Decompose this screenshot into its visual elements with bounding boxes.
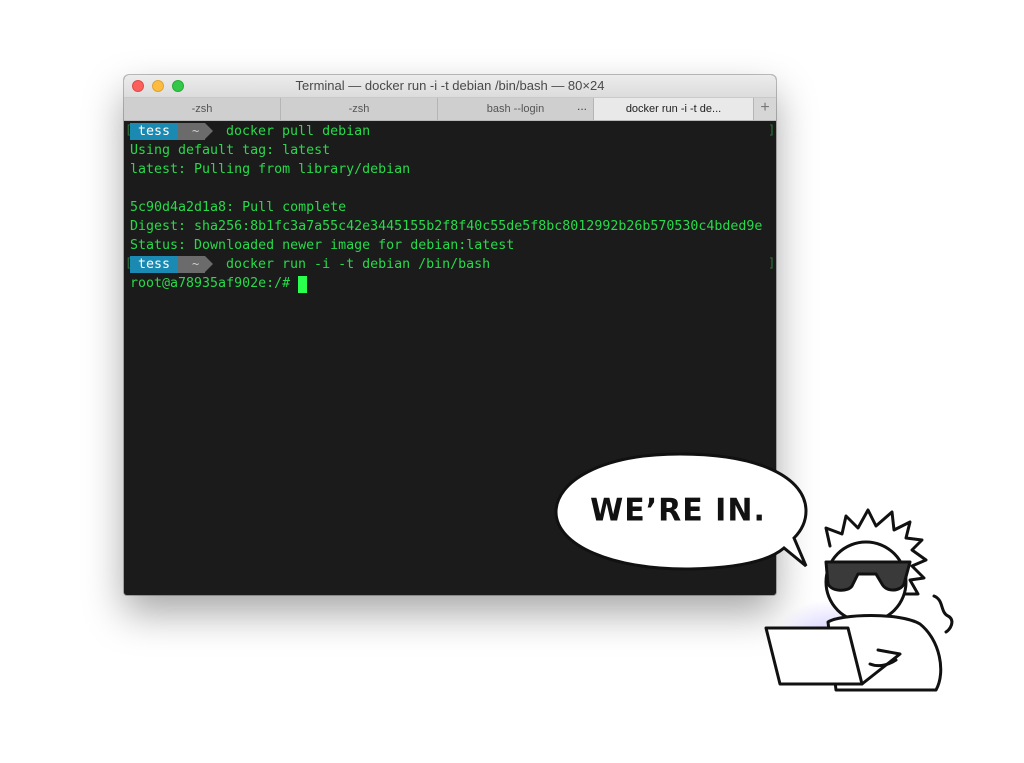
hacker-illustration bbox=[554, 452, 954, 692]
speech-bubble-text: WE’RE IN. bbox=[590, 492, 766, 529]
